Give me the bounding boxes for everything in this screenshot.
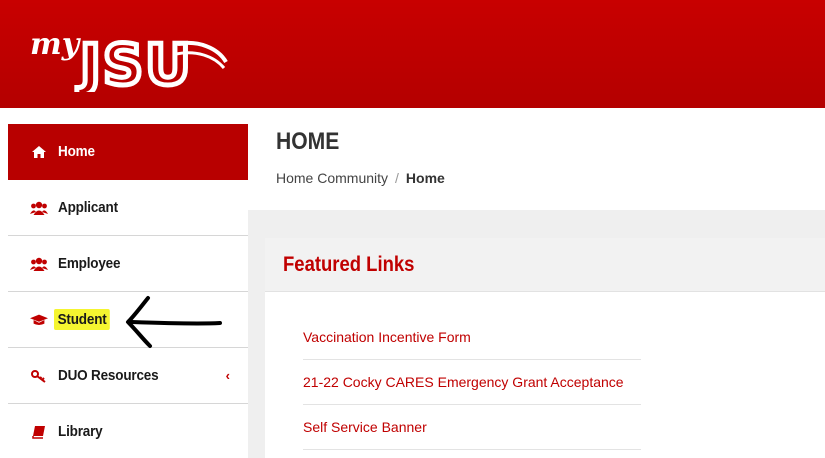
chevron-left-icon[interactable]: ‹ (226, 368, 230, 383)
featured-link[interactable]: Self Service Banner (303, 405, 641, 450)
sidebar-item-label: Home (58, 143, 95, 160)
myjsu-logo[interactable]: my JSU (28, 22, 233, 92)
featured-links-panel: Featured Links Vaccination Incentive For… (265, 238, 825, 458)
sidebar-item-employee[interactable]: Employee (8, 236, 248, 292)
page-header: HOME Home Community / Home (248, 108, 825, 210)
panel-title: Featured Links (283, 252, 415, 276)
users-icon (30, 256, 48, 272)
breadcrumb: Home Community / Home (276, 170, 445, 186)
sidebar-item-library[interactable]: Library (8, 404, 248, 458)
featured-links-list: Vaccination Incentive Form 21-22 Cocky C… (303, 315, 641, 450)
page-title: HOME (276, 128, 340, 155)
app-header: my JSU (0, 0, 825, 108)
featured-link[interactable]: Vaccination Incentive Form (303, 315, 641, 360)
sidebar-item-label: Employee (58, 255, 121, 272)
sidebar-item-label: Student (54, 309, 111, 330)
featured-link[interactable]: 21-22 Cocky CARES Emergency Grant Accept… (303, 360, 641, 405)
sidebar-item-label: DUO Resources (58, 367, 159, 384)
users-icon (30, 200, 48, 216)
breadcrumb-parent[interactable]: Home Community (276, 170, 388, 186)
sidebar-item-label: Library (58, 423, 103, 440)
annotation-arrow (126, 296, 222, 348)
graduation-cap-icon (30, 312, 48, 328)
sidebar-item-home[interactable]: Home (8, 124, 248, 180)
svg-text:JSU: JSU (76, 33, 193, 92)
sidebar-item-duo-resources[interactable]: DUO Resources ‹ (8, 348, 248, 404)
breadcrumb-separator: / (395, 170, 399, 186)
home-icon (30, 144, 48, 160)
sidebar-item-applicant[interactable]: Applicant (8, 180, 248, 236)
key-icon (30, 368, 48, 384)
breadcrumb-current: Home (405, 170, 445, 186)
book-icon (30, 424, 48, 440)
panel-header: Featured Links (265, 238, 825, 292)
sidebar-item-label: Applicant (58, 199, 118, 216)
svg-text:my: my (30, 27, 82, 62)
